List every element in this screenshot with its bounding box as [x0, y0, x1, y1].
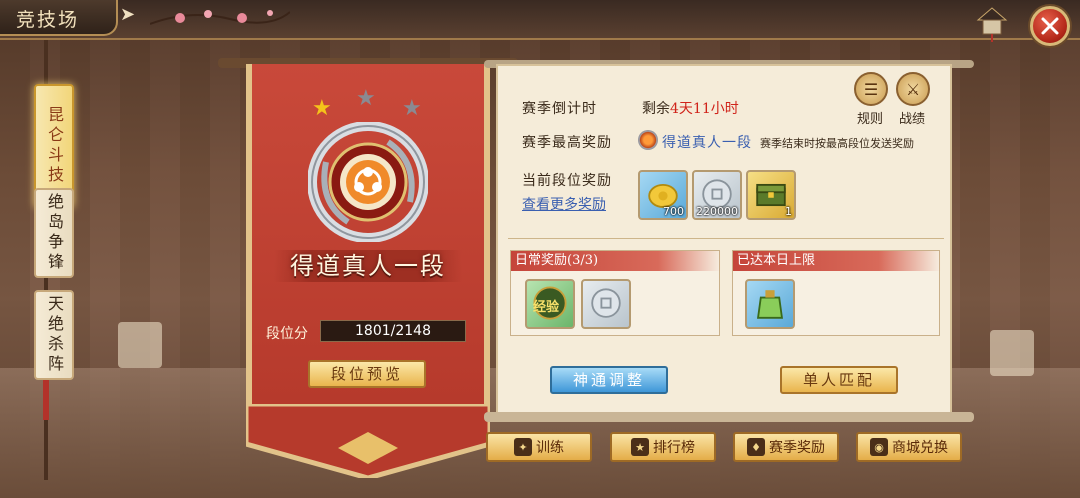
train-label: 训练: [536, 440, 564, 456]
shop-label: 商城兑换: [892, 440, 948, 456]
rank-medal-icon: [308, 122, 428, 242]
current-reward-label: 当前段位奖励: [522, 173, 612, 189]
score-value: 1801/2148: [320, 320, 466, 342]
score-label: 段位分: [266, 326, 308, 342]
countdown-value: 剩余4天11小时: [642, 98, 739, 118]
train-icon: ✦: [514, 438, 532, 456]
pagoda-decor-icon: [976, 7, 1008, 42]
rules-label: 规则: [857, 112, 884, 127]
reward-item-gold-ingot[interactable]: 700: [638, 170, 688, 220]
single-match-button[interactable]: 单人匹配: [780, 366, 898, 394]
exp-text: 经验: [533, 300, 560, 315]
record-label: 战绩: [899, 112, 926, 127]
rank-preview-button[interactable]: 段位预览: [308, 360, 426, 388]
item-count: 700: [663, 205, 684, 218]
tab-tianjue[interactable]: 天绝杀阵: [34, 290, 74, 380]
star-empty-icon: ★: [356, 86, 376, 111]
star-empty-icon: ★: [402, 96, 422, 121]
rank-banner: ★ ★ ★ 得道真人一段 段位分 1801/2148 段位预览: [218, 58, 518, 478]
close-button[interactable]: [1030, 6, 1070, 46]
train-button[interactable]: ✦ 训练: [486, 432, 592, 462]
season-panel: 赛季倒计时 剩余4天11小时 ☰ 规则 ⚔ 战绩 赛季最高奖励 得道真人一段 赛…: [496, 64, 952, 418]
ranking-label: 排行榜: [653, 440, 695, 456]
jade-pouch-icon: [756, 290, 784, 319]
limit-item-pouch[interactable]: [745, 279, 795, 329]
daily-item-exp[interactable]: 经验: [525, 279, 575, 329]
panel-rod-bottom: [484, 412, 974, 422]
rank-name: 得道真人一段: [290, 252, 446, 280]
rules-button[interactable]: ☰: [854, 72, 888, 106]
daily-item-silver[interactable]: [581, 279, 631, 329]
record-button[interactable]: ⚔: [896, 72, 930, 106]
season-reward-button[interactable]: ♦ 赛季奖励: [733, 432, 839, 462]
blossom-decor-icon: [150, 10, 290, 25]
more-rewards-link[interactable]: 查看更多奖励: [522, 194, 606, 214]
tab-label: 绝岛争锋: [45, 193, 64, 273]
countdown-prefix: 剩余: [642, 101, 670, 117]
adjust-skills-button[interactable]: 神通调整: [550, 366, 668, 394]
scroll-icon: ☰: [863, 79, 879, 99]
tab-label: 天绝杀阵: [45, 295, 64, 375]
banner-tail: [246, 404, 490, 478]
top-reward-name: 得道真人一段: [662, 135, 752, 151]
silver-coin-icon: [591, 288, 621, 318]
top-bar: 竞技场 ➤: [0, 0, 1080, 42]
title-plate: 竞技场: [0, 0, 118, 36]
daily-reward-title: 日常奖励(3/3): [511, 251, 721, 271]
countdown-time: 4天11小时: [670, 101, 739, 117]
rank-stars: ★ ★ ★: [246, 86, 490, 121]
item-count: 220000: [696, 205, 738, 218]
tab-label: 昆仑斗技: [45, 106, 64, 186]
top-reward-note: 赛季结束时按最高段位发送奖励: [760, 137, 914, 150]
daily-reward-box: 日常奖励(3/3) 经验: [510, 250, 721, 336]
shop-icon: ◉: [870, 438, 888, 456]
reward-item-silver-coin[interactable]: 220000: [692, 170, 742, 220]
season-reward-icon: ♦: [747, 438, 765, 456]
divider: [508, 238, 944, 239]
left-tab-rail: 昆仑斗技 绝岛争锋 天绝杀阵: [12, 40, 82, 498]
item-count: 1: [785, 205, 792, 218]
reward-item-treasure-chest[interactable]: 1: [746, 170, 796, 220]
season-reward-label: 赛季奖励: [769, 440, 825, 456]
tassel-decor: [43, 380, 49, 420]
tab-juedao[interactable]: 绝岛争锋: [34, 188, 74, 278]
lantern-decor: [990, 330, 1034, 376]
rank-medal-small-icon: [638, 130, 658, 150]
close-icon: [1041, 17, 1059, 35]
lantern-decor: [118, 322, 162, 368]
star-filled-icon: ★: [312, 96, 332, 121]
countdown-label: 赛季倒计时: [522, 101, 597, 117]
ranking-icon: ★: [631, 438, 649, 456]
crossed-swords-icon: ⚔: [905, 79, 921, 99]
page-title: 竞技场: [16, 9, 80, 31]
top-reward-label: 赛季最高奖励: [522, 135, 612, 151]
ranking-button[interactable]: ★ 排行榜: [610, 432, 716, 462]
back-arrow-icon[interactable]: ➤: [120, 4, 140, 28]
limit-box: 已达本日上限: [732, 250, 941, 336]
shop-exchange-button[interactable]: ◉ 商城兑换: [856, 432, 962, 462]
limit-title: 已达本日上限: [733, 251, 941, 271]
